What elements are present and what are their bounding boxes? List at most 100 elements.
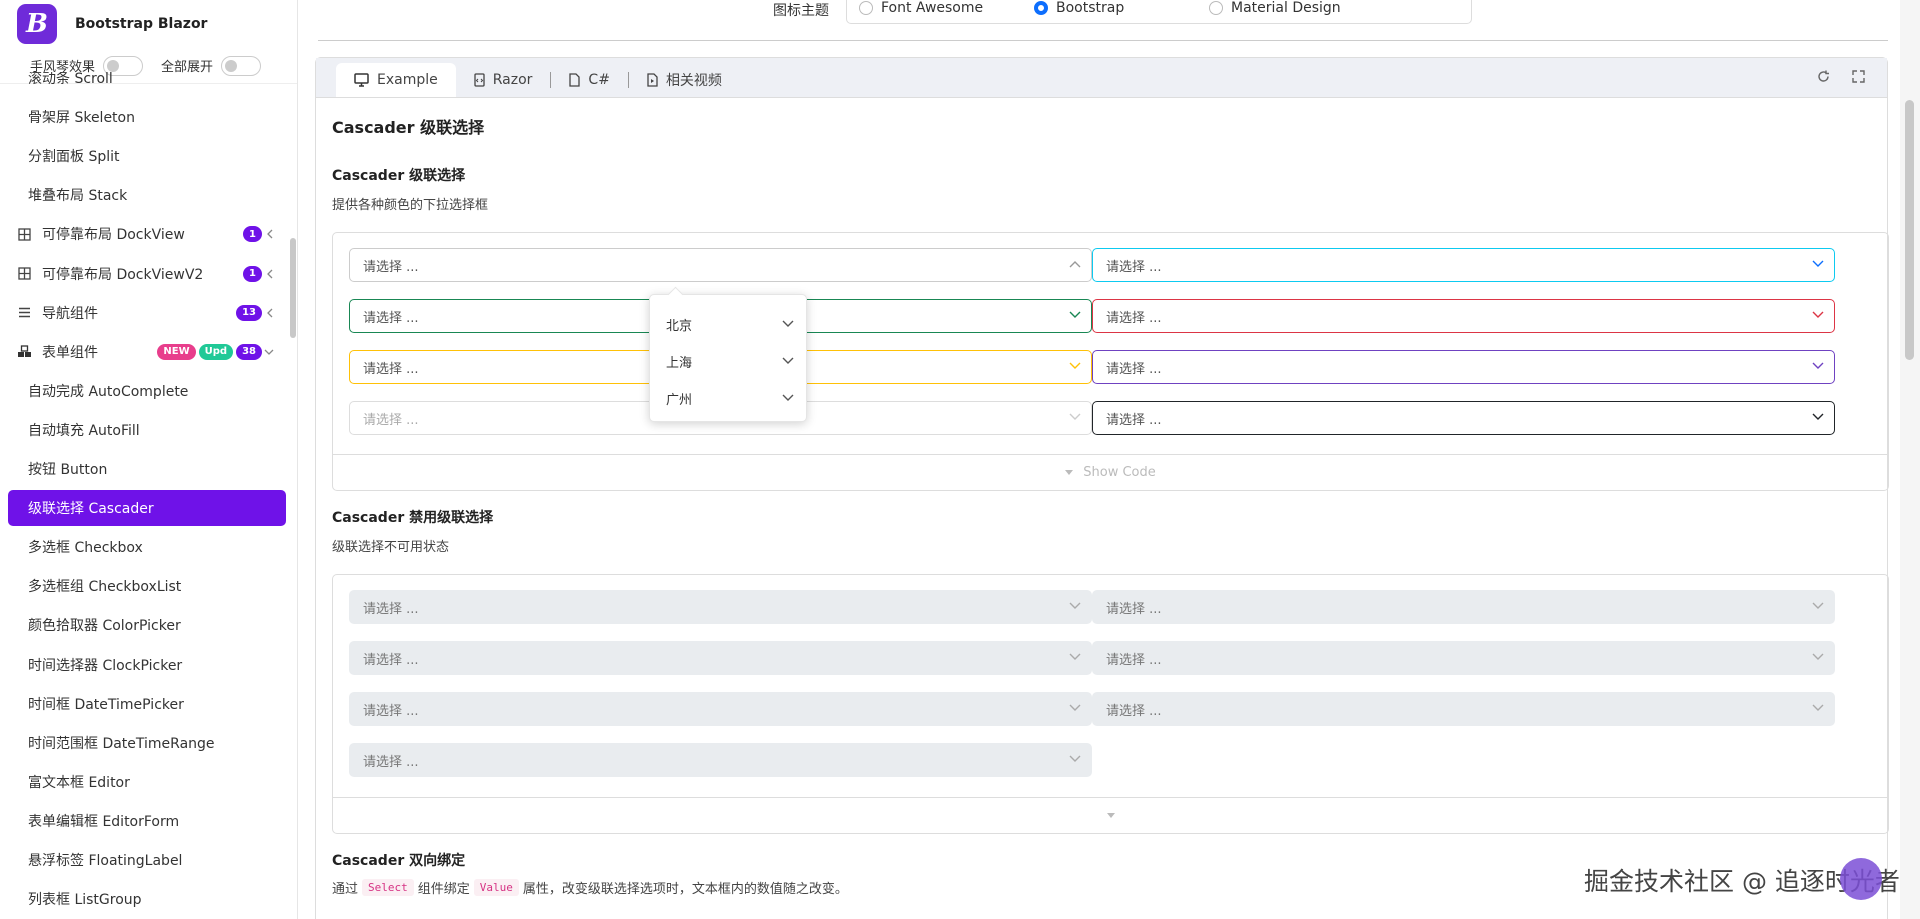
sidebar-item[interactable]: 时间框 DateTimePicker bbox=[8, 686, 286, 722]
sidebar-item[interactable]: 级联选择 Cascader bbox=[8, 490, 286, 527]
cascader-placeholder: 请选择 ... bbox=[363, 754, 419, 770]
sidebar-item[interactable]: 骨架屏 Skeleton bbox=[8, 99, 286, 135]
cascader-placeholder: 请选择 ... bbox=[363, 361, 419, 377]
chevron-down-icon bbox=[1069, 704, 1081, 712]
cascader-option-label: 广州 bbox=[666, 393, 693, 408]
sidebar-item[interactable]: 悬浮标签 FloatingLabel bbox=[8, 842, 286, 878]
cascader-select[interactable]: 请选择 ... bbox=[1092, 350, 1835, 384]
tab-csharp[interactable]: C# bbox=[551, 63, 628, 97]
sidebar-item[interactable]: 堆叠布局 Stack bbox=[8, 177, 286, 213]
sidebar-item-label: 颜色拾取器 ColorPicker bbox=[28, 618, 181, 635]
chevron-down-icon bbox=[1812, 362, 1824, 370]
cascader-select-disabled: 请选择 ... bbox=[349, 590, 1092, 624]
sidebar-menu: 滚动条 Scroll 骨架屏 Skeleton 分割面板 Split 堆叠布局 Sta… bbox=[0, 72, 296, 919]
sidebar-item[interactable]: 时间选择器 ClockPicker bbox=[8, 647, 286, 683]
cascader-option[interactable]: 北京 bbox=[650, 306, 806, 343]
main-content: 图标主题 Font Awesome Bootstrap Material Des… bbox=[298, 0, 1900, 919]
desc-text: 属性，改变级联选择选项时，文本框内的数值随之改变。 bbox=[522, 882, 848, 897]
radio-circle[interactable] bbox=[1209, 1, 1223, 15]
caret-down-icon bbox=[1106, 812, 1115, 819]
cubes-icon bbox=[16, 345, 32, 358]
desc-text: 组件绑定 bbox=[417, 882, 470, 897]
brand[interactable]: B Bootstrap Blazor bbox=[0, 0, 297, 48]
badges: 1 bbox=[243, 226, 262, 243]
badges: 13 bbox=[236, 304, 262, 321]
cascader-placeholder: 请选择 ... bbox=[363, 412, 419, 428]
cascader-placeholder: 请选择 ... bbox=[363, 703, 419, 719]
sidebar-item-label: 表单编辑框 EditorForm bbox=[28, 813, 180, 830]
tab-example[interactable]: Example bbox=[336, 63, 456, 97]
cascader-select-disabled: 请选择 ... bbox=[1092, 590, 1835, 624]
chevron-down-icon bbox=[782, 394, 794, 402]
cascader-placeholder: 请选择 ... bbox=[1106, 703, 1162, 719]
sidebar-item-label: 列表框 ListGroup bbox=[28, 892, 142, 909]
sidebar-item[interactable]: 颜色拾取器 ColorPicker bbox=[8, 607, 286, 643]
chevron-down-icon bbox=[1812, 653, 1824, 661]
sidebar-item-label: 多选框组 CheckboxList bbox=[28, 579, 182, 596]
show-code-button[interactable]: Show Code bbox=[333, 454, 1888, 490]
file-icon bbox=[569, 73, 581, 87]
count-badge: 13 bbox=[236, 304, 262, 321]
tab-razor[interactable]: Razor bbox=[456, 63, 551, 97]
show-code-button[interactable] bbox=[333, 797, 1888, 833]
sidebar-item[interactable]: 分割面板 Split bbox=[8, 138, 286, 174]
list-icon bbox=[16, 307, 32, 318]
page-title: Cascader 级联选择 bbox=[332, 118, 485, 137]
sidebar-item[interactable]: 多选框组 CheckboxList bbox=[8, 568, 286, 604]
cascader-placeholder: 请选择 ... bbox=[1106, 652, 1162, 668]
sidebar-item[interactable]: 可停靠布局 DockViewV2 1 bbox=[8, 256, 286, 292]
cascader-option[interactable]: 上海 bbox=[650, 343, 806, 380]
radio-material-design[interactable]: Material Design bbox=[1209, 0, 1384, 16]
sidebar-item[interactable]: 多选框 Checkbox bbox=[8, 529, 286, 565]
radio-circle[interactable] bbox=[859, 1, 873, 15]
sidebar-scrollbar[interactable] bbox=[290, 238, 296, 338]
demo-colored-cascaders: Show Code 请选择 ... 请选择 ... 请选择 ... 请选择 ... 请选… bbox=[332, 232, 1889, 491]
cascader-select[interactable]: 请选择 ... bbox=[1092, 299, 1835, 333]
chevron-down-icon bbox=[1812, 260, 1824, 268]
count-badge: 1 bbox=[243, 265, 262, 282]
sidebar-item[interactable]: 自动完成 AutoComplete bbox=[8, 373, 286, 409]
cascader-select[interactable]: 请选择 ... bbox=[349, 248, 1092, 282]
chevron-down-icon bbox=[1812, 413, 1824, 421]
sidebar-item[interactable]: 导航组件 13 bbox=[8, 295, 286, 331]
icon-theme-label: 图标主题 bbox=[773, 3, 829, 19]
tab-bar: Example Razor C# 相关视频 bbox=[316, 58, 1887, 98]
sidebar-item[interactable]: 富文本框 Editor bbox=[8, 764, 286, 800]
sidebar-item[interactable]: 自动填充 AutoFill bbox=[8, 412, 286, 448]
page-scrollbar-thumb[interactable] bbox=[1905, 100, 1914, 360]
chevron-down-icon bbox=[1812, 704, 1824, 712]
brand-logo: B bbox=[17, 4, 57, 44]
fullscreen-icon[interactable] bbox=[1852, 70, 1865, 83]
sidebar-item[interactable]: 时间范围框 DateTimeRange bbox=[8, 725, 286, 761]
cascader-select[interactable]: 请选择 ... bbox=[1092, 401, 1835, 435]
cascader-placeholder: 请选择 ... bbox=[1106, 361, 1162, 377]
refresh-icon[interactable] bbox=[1817, 70, 1830, 83]
sidebar-item[interactable]: 滚动条 Scroll bbox=[8, 72, 286, 96]
cascader-option[interactable]: 广州 bbox=[650, 380, 806, 417]
page-scrollbar[interactable] bbox=[1900, 0, 1920, 919]
radio-font-awesome[interactable]: Font Awesome bbox=[859, 0, 1034, 16]
cascader-placeholder: 请选择 ... bbox=[363, 310, 419, 326]
chevron-down-icon bbox=[782, 357, 794, 365]
cascader-select[interactable]: 请选择 ... bbox=[1092, 248, 1835, 282]
chevron-down-icon bbox=[1069, 362, 1081, 370]
code-value: Value bbox=[473, 879, 519, 896]
radio-bootstrap[interactable]: Bootstrap bbox=[1034, 0, 1209, 16]
sidebar-item[interactable]: 表单编辑框 EditorForm bbox=[8, 803, 286, 839]
tab-label: Example bbox=[377, 72, 438, 88]
sidebar-item[interactable]: 列表框 ListGroup bbox=[8, 881, 286, 917]
sidebar-item-label: 时间范围框 DateTimeRange bbox=[28, 735, 215, 752]
chevron-left-icon bbox=[266, 229, 274, 239]
radio-label: Font Awesome bbox=[881, 0, 984, 16]
sidebar-item-label: 骨架屏 Skeleton bbox=[28, 110, 135, 127]
demo-disabled-cascaders: 请选择 ... 请选择 ... 请选择 ... 请选择 ... 请选择 ... 请选择 .… bbox=[332, 574, 1889, 834]
sidebar-item[interactable]: 表单组件 NEW Upd 38 bbox=[8, 334, 286, 370]
sidebar-item[interactable]: 按钮 Button bbox=[8, 451, 286, 487]
chevron-down-icon bbox=[1069, 311, 1081, 319]
tab-videos[interactable]: 相关视频 bbox=[629, 63, 740, 97]
sidebar-item[interactable]: 可停靠布局 DockView 1 bbox=[8, 216, 286, 252]
tab-tools bbox=[1817, 70, 1865, 83]
sidebar-item-label: 悬浮标签 FloatingLabel bbox=[28, 853, 183, 869]
radio-circle-selected[interactable] bbox=[1034, 1, 1048, 15]
radio-label: Bootstrap bbox=[1056, 0, 1125, 16]
